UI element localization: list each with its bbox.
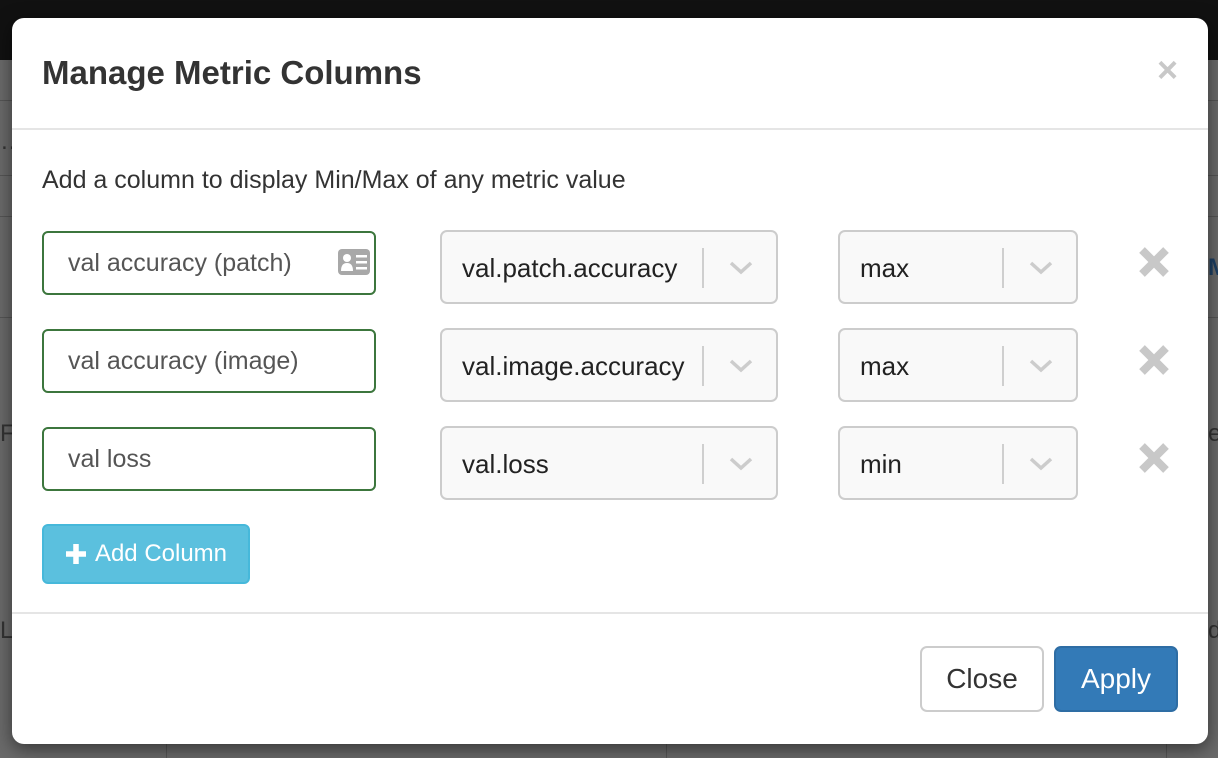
metric-column-row: val.patch.accuracy max — [42, 230, 1182, 306]
select-separator — [1002, 444, 1004, 484]
modal-header: Manage Metric Columns × — [12, 18, 1208, 130]
select-separator — [702, 248, 704, 288]
add-column-label: Add Column — [94, 540, 228, 567]
chevron-down-icon[interactable] — [1028, 354, 1054, 376]
aggregate-select-value: max — [860, 351, 910, 381]
metric-column-row: val.image.accuracy max — [42, 328, 1182, 404]
bg-text: M — [1208, 254, 1218, 282]
chevron-down-icon[interactable] — [728, 256, 754, 278]
apply-button[interactable]: Apply — [1054, 646, 1178, 712]
close-button[interactable]: Close — [920, 646, 1044, 712]
metric-column-row: val.loss min — [42, 426, 1182, 502]
aggregate-select[interactable]: min — [838, 426, 1078, 500]
select-separator — [702, 346, 704, 386]
aggregate-select-value: max — [860, 253, 910, 283]
remove-x-icon — [1139, 247, 1169, 277]
aggregate-select[interactable]: max — [838, 328, 1078, 402]
remove-row-button[interactable] — [1136, 342, 1172, 378]
bg-text: e — [1208, 420, 1218, 447]
chevron-down-icon[interactable] — [1028, 452, 1054, 474]
metric-select[interactable]: val.loss — [440, 426, 778, 500]
bg-text: d — [1208, 617, 1218, 644]
aggregate-select-value: min — [860, 449, 902, 479]
contact-card-icon — [338, 249, 370, 275]
chevron-down-icon[interactable] — [728, 354, 754, 376]
column-name-input[interactable] — [42, 427, 376, 491]
modal-title: Manage Metric Columns — [42, 54, 422, 91]
select-separator — [1002, 248, 1004, 288]
select-separator — [1002, 346, 1004, 386]
metric-select-value: val.loss — [462, 449, 549, 479]
remove-x-icon — [1139, 345, 1169, 375]
modal-footer: Close Apply — [12, 612, 1208, 744]
column-name-input[interactable] — [42, 329, 376, 393]
manage-metric-columns-modal: Manage Metric Columns × Add a column to … — [12, 18, 1208, 744]
aggregate-select[interactable]: max — [838, 230, 1078, 304]
plus-icon — [65, 544, 86, 564]
select-separator — [702, 444, 704, 484]
metric-select[interactable]: val.patch.accuracy — [440, 230, 778, 304]
chevron-down-icon[interactable] — [1028, 256, 1054, 278]
metric-select[interactable]: val.image.accuracy — [440, 328, 778, 402]
remove-row-button[interactable] — [1136, 244, 1172, 280]
modal-close-x-button[interactable]: × — [1157, 52, 1178, 88]
metric-select-value: val.image.accuracy — [462, 351, 685, 381]
modal-description: Add a column to display Min/Max of any m… — [42, 166, 626, 194]
remove-x-icon — [1139, 443, 1169, 473]
chevron-down-icon[interactable] — [728, 452, 754, 474]
add-column-button[interactable]: Add Column — [42, 524, 250, 584]
remove-row-button[interactable] — [1136, 440, 1172, 476]
metric-select-value: val.patch.accuracy — [462, 253, 678, 283]
modal-body: Add a column to display Min/Max of any m… — [12, 130, 1208, 612]
column-name-input[interactable] — [42, 231, 376, 295]
